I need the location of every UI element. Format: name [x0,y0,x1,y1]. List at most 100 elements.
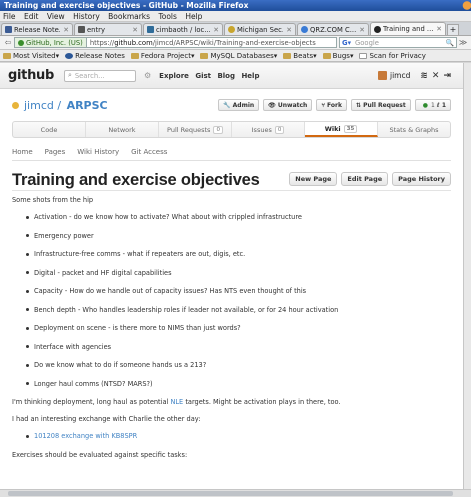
page-favicon-icon [228,26,235,33]
bookmark-mysql[interactable]: MySQL Databases ▾ [200,52,277,60]
bookmark-release-notes[interactable]: Release Notes [65,52,125,60]
page-history-button[interactable]: Page History [392,172,451,186]
nav-blog[interactable]: Blog [217,72,235,80]
intro-paragraph: Some shots from the hip [12,196,94,204]
search-engine-icon[interactable]: G▾ [342,39,351,47]
tab-qrz[interactable]: QRZ.COM C... ✕ [297,23,369,35]
vertical-scrollbar[interactable] [463,63,471,489]
page-favicon-icon [78,26,85,33]
menu-tools[interactable]: Tools [158,12,176,21]
tab-network[interactable]: Network [86,122,159,137]
tab-pull-requests[interactable]: Pull Requests 0 [159,122,232,137]
tab-wiki[interactable]: Wiki 35 [305,122,378,137]
bookmark-label: Release Notes [75,51,125,60]
bookmark-beats[interactable]: Beats ▾ [283,52,317,60]
list-item: 101208 exchange with KB8SPR [26,432,451,440]
new-tab-button[interactable]: + [447,24,459,35]
settings-tools-icon[interactable]: ✕ [432,71,444,81]
tab-cimbaoth[interactable]: cimbaoth / loc... ✕ [143,23,223,35]
folder-icon [283,52,292,59]
tab-michigan[interactable]: Michigan Sec... ✕ [224,23,296,35]
tab-label: cimbaoth / loc... [156,25,211,34]
web-search-input[interactable]: G▾ Google 🔍 [339,37,457,48]
tab-label: Wiki [324,124,341,133]
list-item: Interface with agencies [26,343,451,351]
bookmark-fedora-project[interactable]: Fedora Project ▾ [130,51,194,60]
wiki-nav-pages[interactable]: Pages [45,148,66,156]
tab-close-icon[interactable]: ✕ [63,26,69,34]
site-identity-button[interactable]: GitHub, Inc. (US) [15,38,87,47]
globe-icon [18,39,24,46]
bookmark-scan-privacy[interactable]: Scan for Privacy [359,52,426,60]
tab-code[interactable]: Code [13,122,86,137]
tab-close-icon[interactable]: ✕ [359,26,365,34]
search-placeholder: Search... [74,71,105,80]
tab-release-notes[interactable]: Release Note... ✕ [1,23,73,35]
username[interactable]: jimcd [390,71,410,80]
unwatch-button[interactable]: 👁 Unwatch [263,99,313,111]
advanced-search-gear-icon[interactable]: ⚙ [144,71,151,80]
folder-icon [322,52,331,59]
window-control-icon[interactable] [461,0,471,11]
horizontal-scrollbar[interactable] [0,489,471,497]
paragraph-text: I'm thinking deployment, long haul as po… [12,398,171,406]
tab-issues[interactable]: Issues 0 [232,122,305,137]
menu-bookmarks[interactable]: Bookmarks [108,12,150,21]
watchers-count-button[interactable]: ● 1 ℓ 1 [414,99,451,111]
tab-entry[interactable]: entry ✕ [74,23,142,35]
fedora-icon [65,52,74,59]
notifications-icon[interactable]: ≋ [420,71,432,81]
github-search-input[interactable]: ⌕ Search... [64,69,136,82]
menu-help[interactable]: Help [185,12,202,21]
exchange-link[interactable]: 101208 exchange with KB8SPR [34,432,137,440]
menu-file[interactable]: File [3,12,16,21]
bookmark-label: Fedora Project [140,51,191,60]
nav-help[interactable]: Help [241,72,259,80]
new-page-button[interactable]: New Page [289,172,338,186]
sign-out-icon[interactable]: ⇥ [443,71,455,81]
magnifier-icon[interactable]: 🔍 [446,39,454,47]
menu-view[interactable]: View [47,12,65,21]
bookmark-label: Bugs [332,51,350,60]
tab-close-icon[interactable]: ✕ [132,26,138,34]
bookmark-bugs[interactable]: Bugs ▾ [322,51,353,60]
nav-gist[interactable]: Gist [195,72,211,80]
list-item: Emergency power [26,232,451,240]
bookmark-most-visited[interactable]: Most Visited ▾ [3,52,59,60]
site-identity-label: GitHub, Inc. (US) [26,38,83,47]
tab-label: Michigan Sec... [237,25,284,34]
repo-title: jimcd / ARPSC [12,99,108,112]
fork-button[interactable]: ⑂ Fork [316,99,347,111]
pull-request-button[interactable]: ⇅ Pull Request [350,99,411,111]
folder-icon [130,52,139,59]
repo-owner-link[interactable]: jimcd [24,99,54,112]
button-label: Pull Request [363,101,406,109]
menu-history[interactable]: History [73,12,100,21]
scrollbar-thumb[interactable] [8,491,453,496]
repo-name-link[interactable]: ARPSC [67,99,108,112]
list-item: Activation - do we know how to activate?… [26,213,451,221]
list-item: Do we know what to do if someone hands u… [26,361,451,369]
wiki-nav-home[interactable]: Home [12,148,33,156]
menu-edit[interactable]: Edit [24,12,39,21]
edit-page-button[interactable]: Edit Page [341,172,389,186]
nav-explore[interactable]: Explore [159,72,189,80]
tab-training[interactable]: Training and ... ✕ [370,22,446,35]
exchange-paragraph: I had an interesting exchange with Charl… [12,415,201,423]
user-menu[interactable]: jimcd ≋✕⇥ [378,71,455,81]
wiki-nav-history[interactable]: Wiki History [77,148,119,156]
tab-close-icon[interactable]: ✕ [286,26,292,34]
tab-close-icon[interactable]: ✕ [213,26,219,34]
tab-stats-graphs[interactable]: Stats & Graphs [378,122,450,137]
tab-close-icon[interactable]: ✕ [436,25,442,33]
nle-link[interactable]: NLE [170,398,183,406]
back-arrow-icon[interactable]: ⇦ [2,37,14,49]
toolbar-menu-icon[interactable]: ≫ [457,37,469,49]
list-item: Capacity - How do we handle out of capac… [26,287,451,295]
admin-button[interactable]: 🔧 Admin [218,99,260,111]
url-prefix: https:// [89,38,115,47]
page-favicon-icon [147,26,154,33]
github-logo[interactable]: github [8,68,54,83]
url-bar[interactable]: GitHub, Inc. (US) https://github.com/jim… [14,37,337,48]
wiki-nav-git-access[interactable]: Git Access [131,148,167,156]
